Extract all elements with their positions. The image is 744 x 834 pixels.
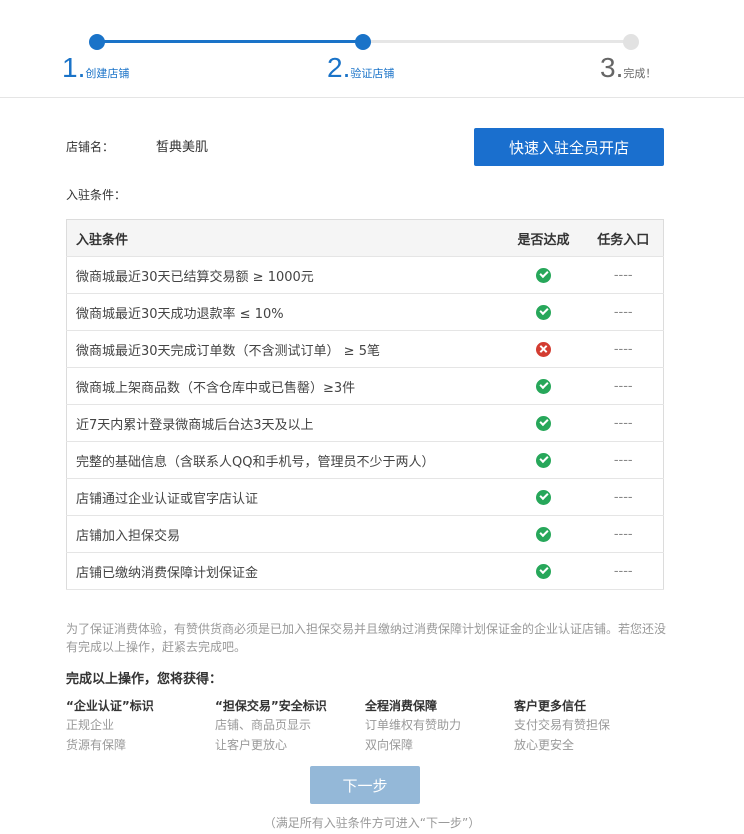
condition-text: 店铺加入担保交易 (66, 515, 504, 553)
header-condition: 入驻条件 (66, 219, 504, 257)
achieved-cell (503, 515, 584, 553)
check-circle-icon (536, 304, 551, 320)
table-row: 店铺加入担保交易 ---- (66, 515, 664, 553)
check-circle-icon (536, 267, 551, 283)
task-entry-cell: ---- (583, 256, 664, 294)
progress-track-pending (363, 40, 631, 43)
conditions-caption: 入驻条件： (66, 188, 127, 202)
benefit-enterprise-cert: “企业认证”标识 正规企业 货源有保障 (66, 697, 216, 755)
task-entry-cell: ---- (583, 515, 664, 553)
benefit-guarantee-trade: “担保交易”安全标识 店铺、商品页显示 让客户更放心 (215, 697, 365, 755)
step-3-text: 完成！ (623, 67, 657, 80)
table-row: 微商城最近30天完成订单数（不含测试订单） ≥ 5笔 ---- (66, 330, 664, 368)
benefit-line: 支付交易有赞担保 (514, 718, 611, 732)
cross-circle-icon (536, 341, 551, 357)
benefit-line: 店铺、商品页显示 (215, 718, 312, 732)
check-circle-icon (536, 415, 551, 431)
step-1-number: 1. (62, 52, 86, 83)
task-entry-cell: ---- (583, 293, 664, 331)
benefit-line: 订单维权有赞助力 (365, 718, 462, 732)
achieved-cell (503, 256, 584, 294)
check-circle-icon (536, 563, 551, 579)
step-2-text: 验证店铺 (350, 67, 395, 80)
benefits-title: 完成以上操作，您将获得： (66, 672, 223, 687)
benefit-consumer-protection: 全程消费保障 订单维权有赞助力 双向保障 (365, 697, 515, 755)
shop-name-label: 店铺名： (66, 140, 115, 154)
benefit-line: 正规企业 (66, 718, 115, 732)
benefit-title: “企业认证”标识 (66, 699, 154, 713)
step-2-dot (355, 34, 371, 50)
achieved-cell (503, 293, 584, 331)
table-row: 微商城最近30天成功退款率 ≤ 10% ---- (66, 293, 664, 331)
step-3-number: 3. (600, 52, 624, 83)
condition-text: 店铺通过企业认证或官字店认证 (66, 478, 504, 516)
step-3-label: 3.完成！ (600, 52, 656, 84)
achieved-cell (503, 441, 584, 479)
check-circle-icon (536, 378, 551, 394)
step-2-label: 2.验证店铺 (327, 52, 394, 84)
task-entry-cell: ---- (583, 404, 664, 442)
benefit-customer-trust: 客户更多信任 支付交易有赞担保 放心更安全 (514, 697, 664, 755)
step-3-dot (623, 34, 639, 50)
benefit-title: 客户更多信任 (514, 699, 587, 713)
progress-track-done (97, 40, 363, 43)
achieved-cell (503, 367, 584, 405)
condition-text: 微商城上架商品数（不含仓库中或已售罄）≥3件 (66, 367, 504, 405)
step-progress: 1.创建店铺 2.验证店铺 3.完成！ (0, 0, 744, 98)
quick-open-store-button[interactable]: 快速入驻全员开店 (474, 128, 664, 166)
step-2-number: 2. (327, 52, 351, 83)
check-circle-icon (536, 489, 551, 505)
task-entry-cell: ---- (583, 552, 664, 590)
condition-text: 完整的基础信息（含联系人QQ和手机号，管理员不少于两人） (66, 441, 504, 479)
benefit-title: 全程消费保障 (365, 699, 438, 713)
achieved-cell (503, 552, 584, 590)
check-circle-icon (536, 452, 551, 468)
table-header-row: 入驻条件 是否达成 任务入口 (66, 219, 664, 257)
benefit-line: 双向保障 (365, 738, 414, 752)
task-entry-cell: ---- (583, 330, 664, 368)
next-step-button[interactable]: 下一步 (310, 766, 420, 804)
benefit-line: 放心更安全 (514, 738, 575, 752)
table-row: 微商城最近30天已结算交易额 ≥ 1000元 ---- (66, 256, 664, 294)
condition-text: 近7天内累计登录微商城后台达3天及以上 (66, 404, 504, 442)
condition-text: 店铺已缴纳消费保障计划保证金 (66, 552, 504, 590)
check-circle-icon (536, 526, 551, 542)
header-task-entry: 任务入口 (583, 219, 664, 257)
task-entry-cell: ---- (583, 441, 664, 479)
step-1-dot (89, 34, 105, 50)
task-entry-cell: ---- (583, 478, 664, 516)
notice-text: 为了保证消费体验，有赞供货商必须是已加入担保交易并且缴纳过消费保障计划保证金的企… (66, 622, 667, 654)
condition-text: 微商城最近30天已结算交易额 ≥ 1000元 (66, 256, 504, 294)
conditions-table: 入驻条件 是否达成 任务入口 微商城最近30天已结算交易额 ≥ 1000元 ---… (66, 219, 664, 590)
table-row: 完整的基础信息（含联系人QQ和手机号，管理员不少于两人） ---- (66, 441, 664, 479)
condition-text: 微商城最近30天完成订单数（不含测试订单） ≥ 5笔 (66, 330, 504, 368)
step-1-label: 1.创建店铺 (62, 52, 129, 84)
achieved-cell (503, 330, 584, 368)
shop-name-value: 皙典美肌 (156, 140, 209, 155)
table-row: 近7天内累计登录微商城后台达3天及以上 ---- (66, 404, 664, 442)
next-step-hint: （满足所有入驻条件方可进入“下一步”） (263, 816, 481, 830)
step-1-text: 创建店铺 (85, 67, 130, 80)
achieved-cell (503, 404, 584, 442)
benefit-line: 让客户更放心 (215, 738, 288, 752)
task-entry-cell: ---- (583, 367, 664, 405)
table-row: 微商城上架商品数（不含仓库中或已售罄）≥3件 ---- (66, 367, 664, 405)
benefit-title: “担保交易”安全标识 (215, 699, 327, 713)
table-row: 店铺通过企业认证或官字店认证 ---- (66, 478, 664, 516)
achieved-cell (503, 478, 584, 516)
header-achieved: 是否达成 (503, 219, 584, 257)
condition-text: 微商城最近30天成功退款率 ≤ 10% (66, 293, 504, 331)
table-row: 店铺已缴纳消费保障计划保证金 ---- (66, 552, 664, 590)
benefit-line: 货源有保障 (66, 738, 127, 752)
